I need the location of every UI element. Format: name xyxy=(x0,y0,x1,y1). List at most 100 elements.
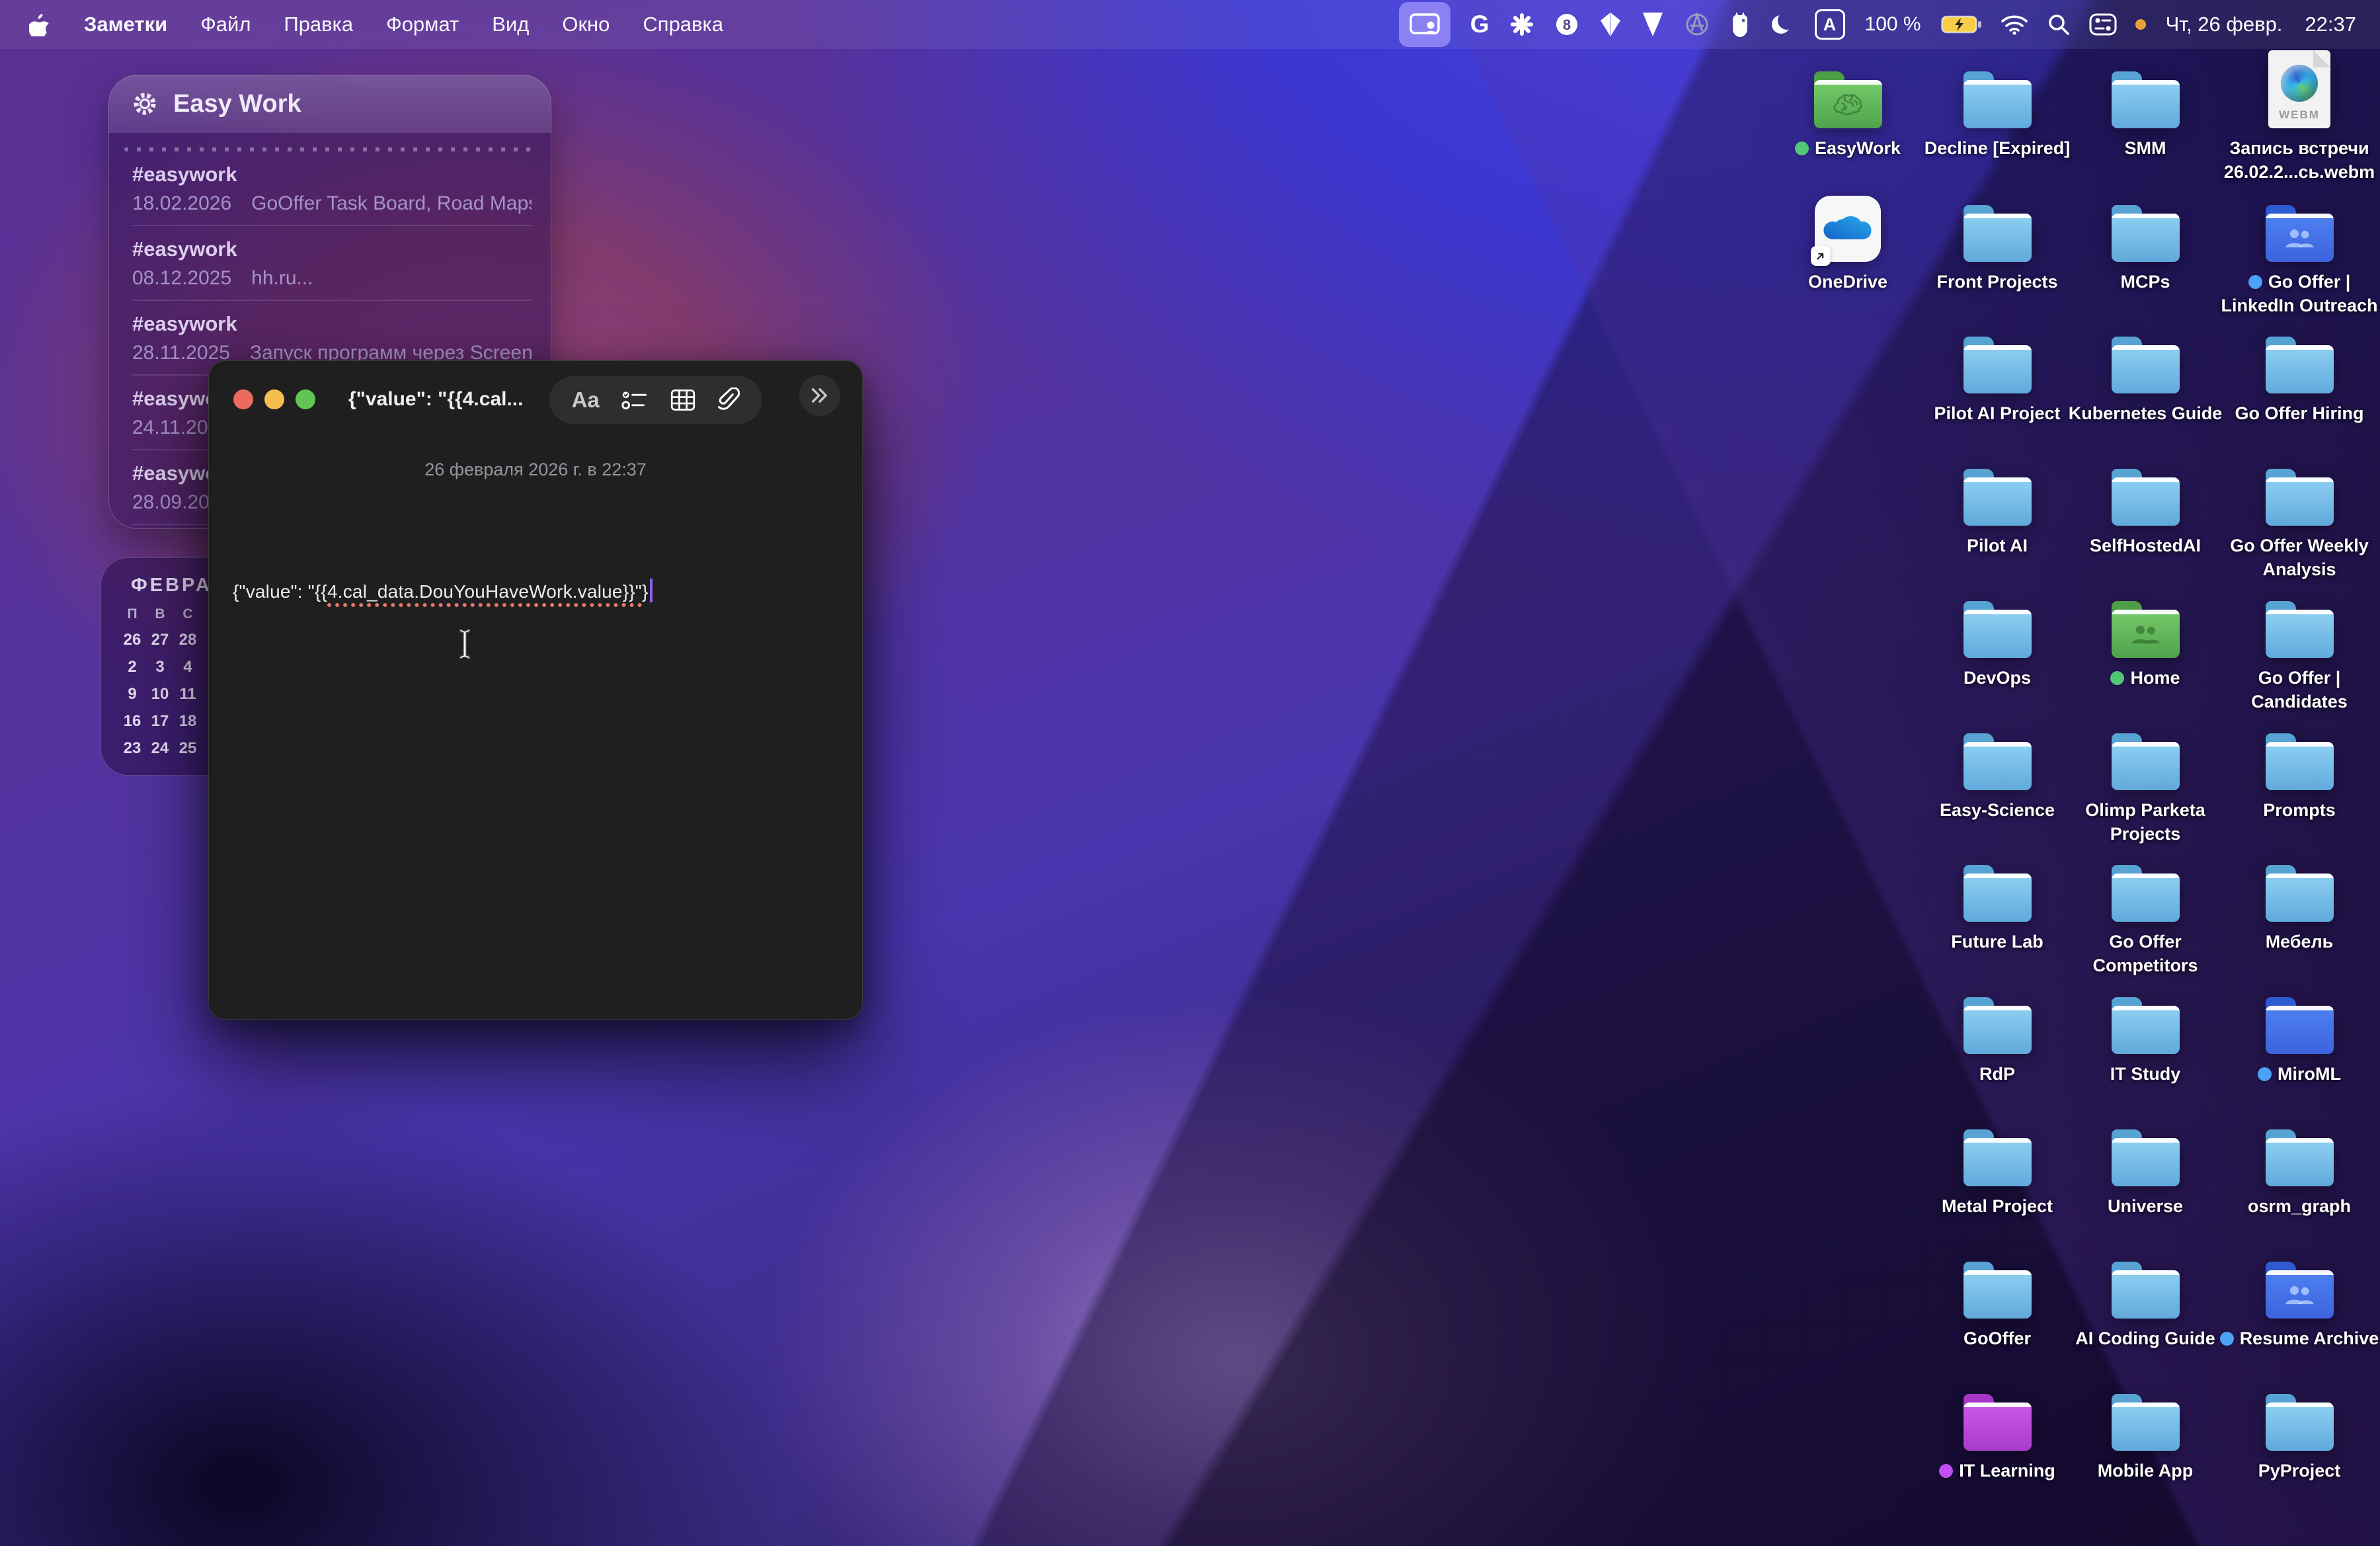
flower-asterisk-icon[interactable] xyxy=(1509,7,1534,42)
folder-icon xyxy=(2266,601,2334,658)
calendar-day[interactable]: 3 xyxy=(146,658,174,676)
folder-icon xyxy=(2112,1262,2180,1319)
desktop-icon-prompts[interactable]: Prompts xyxy=(2213,716,2380,822)
note-list-item[interactable]: #easywork18.02.2026GoOffer Task Board, R… xyxy=(132,151,532,226)
desktop-icon-mobile-app[interactable]: Mobile App xyxy=(2059,1377,2231,1483)
menu-bar-clock[interactable]: Чт, 26 февр. 22:37 xyxy=(2166,13,2356,36)
desktop-icon-pyproject[interactable]: PyProject xyxy=(2213,1377,2380,1483)
menu-item-3[interactable]: Формат xyxy=(370,13,475,36)
desktop-icon-go-offer-hiring[interactable]: Go Offer Hiring xyxy=(2213,319,2380,425)
spotlight-icon[interactable] xyxy=(2047,7,2071,42)
desktop-icon-easy-science[interactable]: Easy-Science xyxy=(1911,716,2083,822)
calendar-day[interactable]: 25 xyxy=(174,739,202,758)
desktop-icon-go-offer-linkedin-outreach[interactable]: Go Offer | LinkedIn Outreach xyxy=(2213,188,2380,317)
circle-8-icon[interactable]: 8 xyxy=(1554,7,1579,42)
desktop-icon-go-offer-weekly-analysis[interactable]: Go Offer Weekly Analysis xyxy=(2213,452,2380,581)
desktop-icon-smm[interactable]: SMM xyxy=(2059,54,2231,160)
desktop-icon-rdp[interactable]: RdP xyxy=(1911,980,2083,1086)
desktop-icon-pilot-ai-project[interactable]: Pilot AI Project xyxy=(1911,319,2083,425)
more-options-button[interactable] xyxy=(799,375,840,416)
desktop-icon-мебель[interactable]: Мебель xyxy=(2213,848,2380,954)
note-window-titlebar[interactable]: {"value": "{{4.cal... Aa xyxy=(208,360,863,438)
desktop-icon-front-projects[interactable]: Front Projects xyxy=(1911,188,2083,294)
desktop-icon-onedrive[interactable]: OneDrive xyxy=(1762,188,1934,294)
desktop-icon-universe[interactable]: Universe xyxy=(2059,1112,2231,1218)
battery-charging-icon[interactable] xyxy=(1941,7,1982,42)
calendar-day[interactable]: 4 xyxy=(174,658,202,676)
note-list-item[interactable]: #easywork08.12.2025hh.ru... xyxy=(132,226,532,301)
anarchy-a-icon[interactable] xyxy=(1684,7,1710,42)
calendar-day[interactable]: 11 xyxy=(174,685,202,704)
control-center-icon[interactable] xyxy=(2089,7,2117,42)
desktop-icon-it-learning[interactable]: IT Learning xyxy=(1911,1377,2083,1483)
calendar-day[interactable]: 2 xyxy=(118,658,146,676)
note-text-post: } xyxy=(642,581,649,602)
desktop-icon-home[interactable]: Home xyxy=(2059,584,2231,690)
checklist-icon[interactable] xyxy=(621,383,648,417)
desktop-icon-it-study[interactable]: IT Study xyxy=(2059,980,2231,1086)
desktop-icon-go-offer-candidates[interactable]: Go Offer | Candidates xyxy=(2213,584,2380,713)
shield-icon[interactable] xyxy=(1642,7,1664,42)
calendar-day[interactable]: 24 xyxy=(146,739,174,758)
input-source-a-icon[interactable]: A xyxy=(1815,7,1845,42)
desktop-icon-future-lab[interactable]: Future Lab xyxy=(1911,848,2083,954)
desktop-icon-ai-coding-guide[interactable]: AI Coding Guide xyxy=(2059,1244,2231,1350)
calendar-day[interactable]: 23 xyxy=(118,739,146,758)
desktop-icon-gooffer[interactable]: GoOffer xyxy=(1911,1244,2083,1350)
calendar-day[interactable]: 16 xyxy=(118,712,146,731)
grammarly-g-icon[interactable]: G xyxy=(1470,7,1489,42)
desktop-icon-kubernetes-guide[interactable]: Kubernetes Guide xyxy=(2059,319,2231,425)
format-text-button[interactable]: Aa xyxy=(572,387,600,413)
desktop-icon-запись-встречи-26-02-2-сь-webm[interactable]: WEBMЗапись встречи 26.02.2...сь.webm xyxy=(2213,54,2380,184)
desktop-icon-pilot-ai[interactable]: Pilot AI xyxy=(1911,452,2083,557)
desktop-icon-decline-expired-[interactable]: Decline [Expired] xyxy=(1911,54,2083,160)
table-icon[interactable] xyxy=(670,383,695,417)
desktop-icon-metal-project[interactable]: Metal Project xyxy=(1911,1112,2083,1218)
calendar-day[interactable]: 18 xyxy=(174,712,202,731)
desktop-icon-selfhostedai[interactable]: SelfHostedAI xyxy=(2059,452,2231,557)
desktop-icon-label: Front Projects xyxy=(1936,270,2057,294)
note-window[interactable]: {"value": "{{4.cal... Aa xyxy=(208,360,863,1020)
calendar-day[interactable]: 26 xyxy=(118,631,146,649)
screen-mirroring-icon[interactable] xyxy=(1399,7,1450,42)
menu-item-4[interactable]: Вид xyxy=(475,13,545,36)
menu-bar: ЗаметкиФайлПравкаФорматВидОкноСправка G 8… xyxy=(0,0,2380,49)
note-body-text[interactable]: {"value": "{{4.cal_data.DouYouHaveWork.v… xyxy=(233,579,653,602)
llama-icon[interactable] xyxy=(1730,7,1750,42)
menu-item-5[interactable]: Окно xyxy=(545,13,626,36)
desktop-icon-label: Go Offer Hiring xyxy=(2235,401,2364,425)
diamond-icon[interactable] xyxy=(1599,7,1622,42)
menu-item-app[interactable]: Заметки xyxy=(67,13,184,36)
menu-item-2[interactable]: Правка xyxy=(267,13,370,36)
note-text-misspelled: 4.cal_data.DouYouHaveWork.value}}" xyxy=(327,581,642,607)
desktop-icon-devops[interactable]: DevOps xyxy=(1911,584,2083,690)
attachment-icon[interactable] xyxy=(717,383,740,417)
notification-dot-icon[interactable] xyxy=(2135,7,2146,42)
calendar-day[interactable]: 9 xyxy=(118,685,146,704)
apple-menu-icon[interactable] xyxy=(28,7,50,42)
desktop-icon-go-offer-competitors[interactable]: Go Offer Competitors xyxy=(2059,848,2231,977)
onedrive-app-icon xyxy=(1815,196,1881,262)
menu-item-6[interactable]: Справка xyxy=(626,13,740,36)
zoom-button[interactable] xyxy=(296,389,315,409)
close-button[interactable] xyxy=(233,389,253,409)
desktop-icon-resume-archive[interactable]: Resume Archive xyxy=(2213,1244,2380,1350)
calendar-day-header: П xyxy=(118,606,146,622)
calendar-day[interactable]: 27 xyxy=(146,631,174,649)
calendar-day[interactable]: 17 xyxy=(146,712,174,731)
desktop-icon-osrm-graph[interactable]: osrm_graph xyxy=(2213,1112,2380,1218)
minimize-button[interactable] xyxy=(264,389,284,409)
moon-icon[interactable] xyxy=(1770,7,1795,42)
desktop-icon-easywork[interactable]: EasyWork xyxy=(1762,54,1934,160)
calendar-day[interactable]: 28 xyxy=(174,631,202,649)
folder-icon xyxy=(1964,337,2032,393)
menu-item-1[interactable]: Файл xyxy=(184,13,267,36)
wifi-icon[interactable] xyxy=(2001,7,2028,42)
gear-icon xyxy=(131,87,159,121)
desktop-icon-mcps[interactable]: MCPs xyxy=(2059,188,2231,294)
folder-icon xyxy=(1814,71,1882,128)
calendar-day[interactable]: 10 xyxy=(146,685,174,704)
desktop-icon-olimp-parketa-projects[interactable]: Olimp Parketa Projects xyxy=(2059,716,2231,846)
app-menus: ЗаметкиФайлПравкаФорматВидОкноСправка xyxy=(67,13,740,36)
desktop-icon-miroml[interactable]: MiroML xyxy=(2213,980,2380,1086)
